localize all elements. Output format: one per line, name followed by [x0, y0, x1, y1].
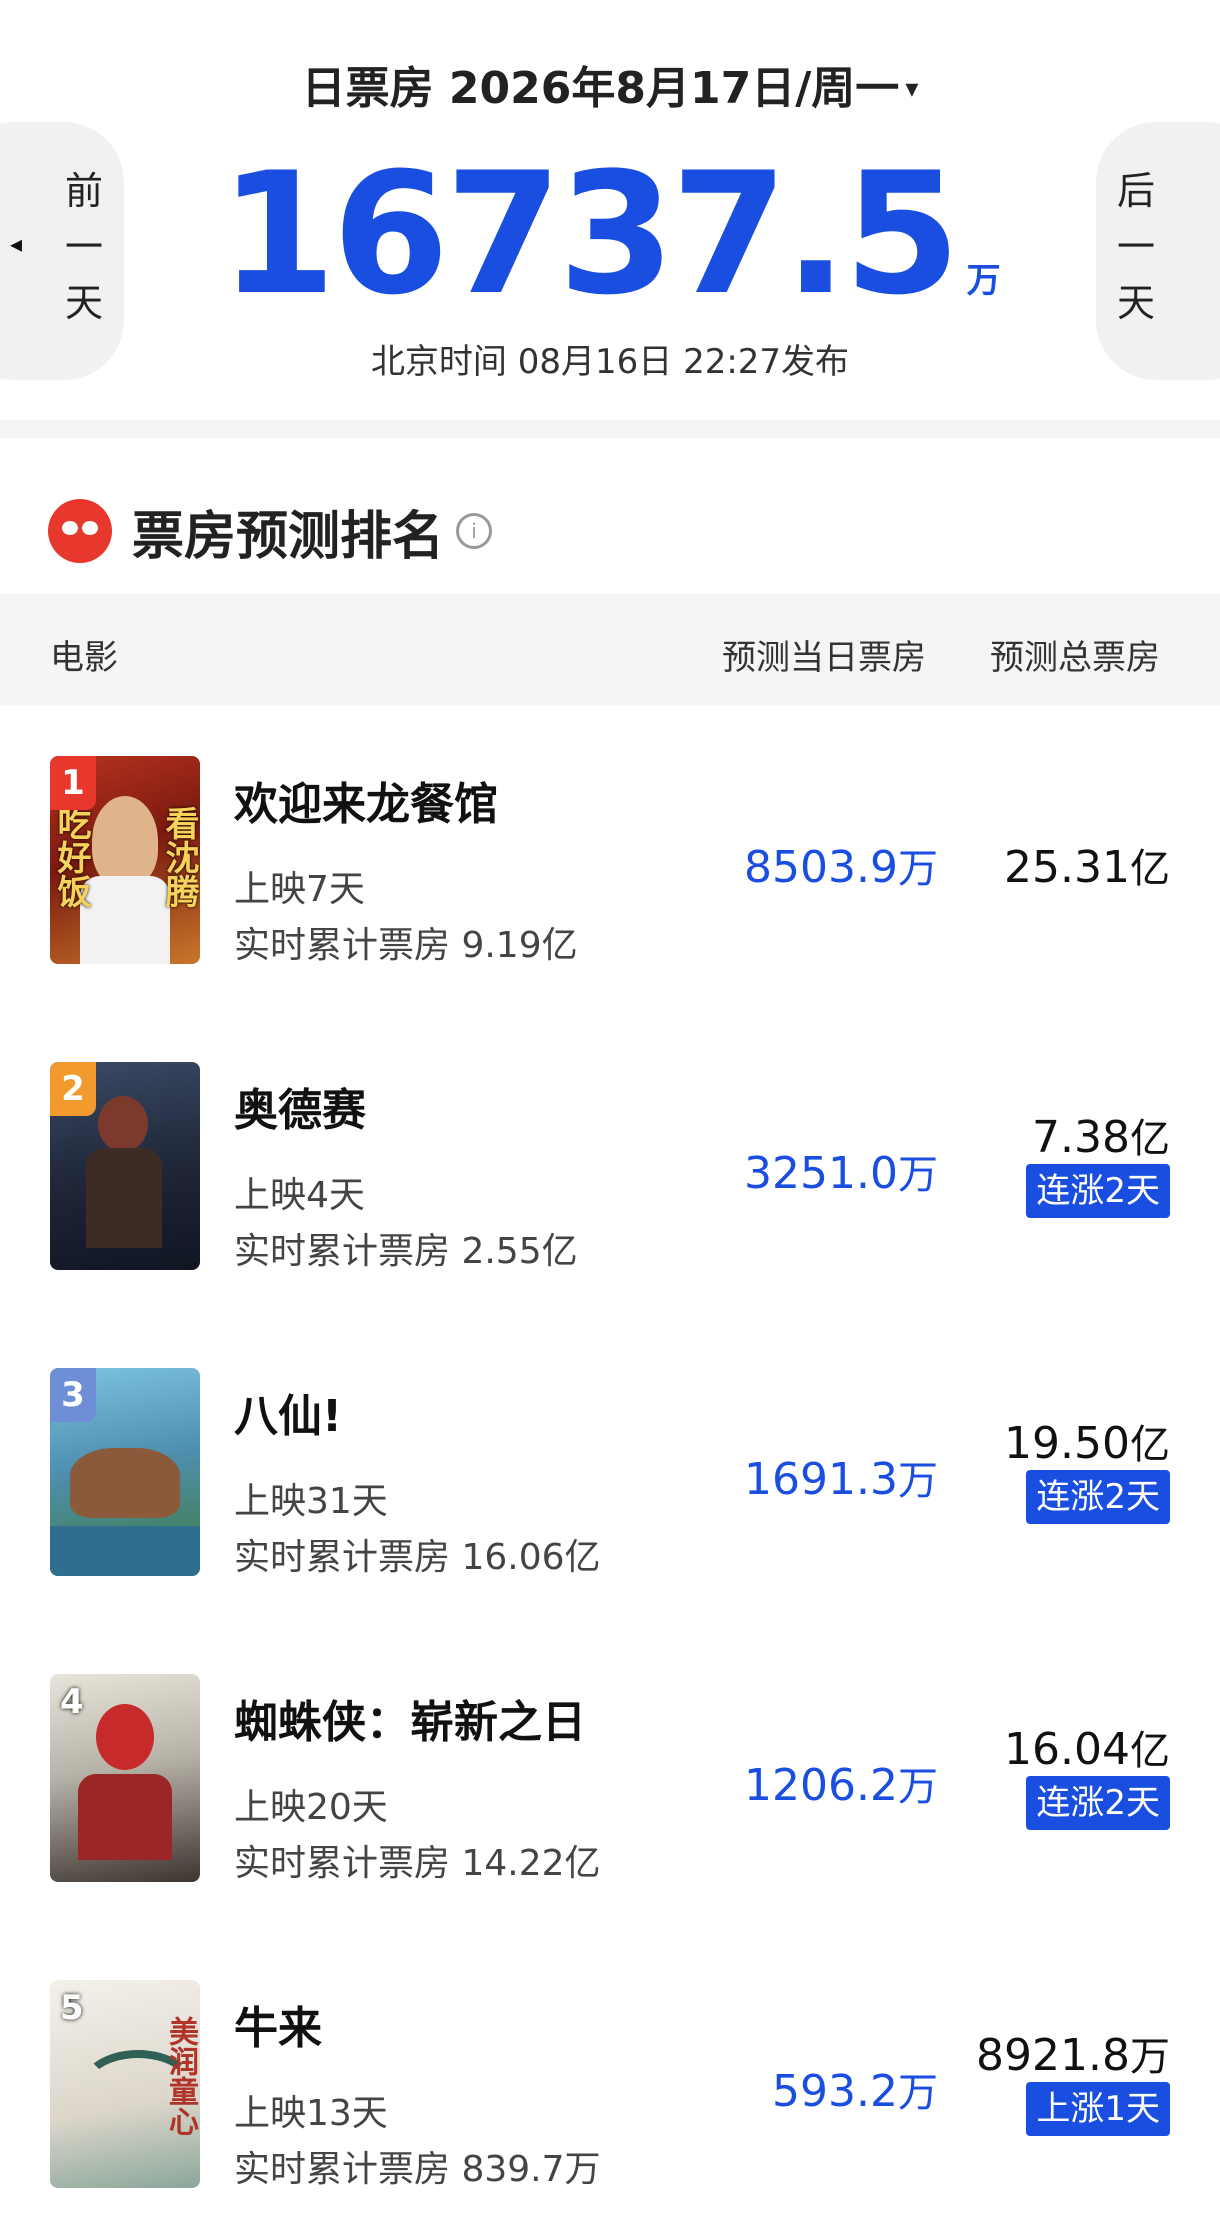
total-forecast: 25.31亿 [1004, 836, 1170, 894]
table-row[interactable]: 2 奥德赛 上映4天 实时累计票房 2.55亿 3251.0万 7.38亿 连涨… [0, 1062, 1220, 1272]
poster-figure [96, 1704, 154, 1770]
total-unit: 万 [966, 261, 1001, 301]
release-days: 上映13天 [234, 2093, 388, 2134]
poster-caption: 看沈腾 [159, 806, 199, 908]
poster-figure-body [86, 1148, 162, 1248]
day-forecast: 1691.3万 [744, 1448, 938, 1506]
day-forecast: 3251.0万 [744, 1142, 938, 1200]
total-forecast: 19.50亿 [1004, 1412, 1170, 1470]
day-forecast: 593.2万 [772, 2060, 938, 2118]
day-forecast: 8503.9万 [744, 836, 938, 894]
day-forecast-unit: 万 [898, 2070, 938, 2116]
day-forecast-value: 1206.2 [744, 1760, 898, 1811]
day-forecast-value: 593.2 [772, 2066, 898, 2117]
trend-badge: 连涨2天 [1026, 1470, 1170, 1524]
table-row[interactable]: 美润童心 5 牛来 上映13天 实时累计票房 839.7万 593.2万 892… [0, 1980, 1220, 2190]
total-forecast: 16.04亿 [1004, 1718, 1170, 1776]
total-forecast-unit: 亿 [1130, 1728, 1170, 1774]
cumulative-box-office: 实时累计票房 9.19亿 [234, 925, 578, 966]
movie-poster: 4 [50, 1674, 200, 1882]
movie-title: 八仙! [234, 1391, 343, 1442]
total-value: 16737.5 [219, 136, 960, 332]
release-days: 上映4天 [234, 1175, 365, 1216]
table-header: 电影 预测当日票房 预测总票房 [0, 594, 1220, 706]
trend-badge: 连涨2天 [1026, 1164, 1170, 1218]
total-forecast-value: 7.38 [1032, 1112, 1130, 1163]
total-forecast-unit: 亿 [1130, 1422, 1170, 1468]
table-row[interactable]: 吃好饭 看沈腾 1 欢迎来龙餐馆 上映7天 实时累计票房 9.19亿 8503.… [0, 756, 1220, 966]
total-forecast-unit: 亿 [1130, 846, 1170, 892]
daily-total-box-office: 16737.5 万 [0, 150, 1220, 318]
total-forecast-value: 19.50 [1004, 1418, 1130, 1469]
section-title: 票房预测排名 [132, 506, 445, 567]
rank-number: 5 [60, 1988, 84, 2028]
day-forecast-unit: 万 [898, 1764, 938, 1810]
movie-poster: 吃好饭 看沈腾 1 [50, 756, 200, 964]
movie-title: 蜘蛛侠：崭新之日 [234, 1697, 586, 1748]
movie-title: 奥德赛 [234, 1085, 366, 1136]
release-days: 上映20天 [234, 1787, 388, 1828]
poster-figure [70, 1448, 180, 1518]
day-forecast-value: 8503.9 [744, 842, 898, 893]
rank-number: 4 [60, 1682, 84, 1722]
poster-caption: 美润童心 [163, 2016, 198, 2136]
table-row[interactable]: 4 蜘蛛侠：崭新之日 上映20天 实时累计票房 14.22亿 1206.2万 1… [0, 1674, 1220, 1884]
movie-poster: 3 [50, 1368, 200, 1576]
ranking-section-header: 票房预测排名 i [48, 496, 493, 567]
rank-badge: 2 [50, 1062, 96, 1116]
rank-badge: 3 [50, 1368, 96, 1422]
section-divider [0, 420, 1220, 438]
poster-caption: 吃好饭 [51, 806, 91, 908]
poster-ground [50, 1526, 200, 1576]
date-selector[interactable]: 日票房 2026年8月17日/周一 ▾ [0, 52, 1220, 116]
rank-badge: 1 [50, 756, 96, 810]
movie-title: 欢迎来龙餐馆 [234, 779, 498, 830]
column-header-day-forecast[interactable]: 预测当日票房 [722, 630, 926, 679]
cumulative-box-office: 实时累计票房 14.22亿 [234, 1843, 601, 1884]
publish-time: 北京时间 08月16日 22:27发布 [370, 342, 850, 382]
poster-figure [98, 1096, 148, 1152]
day-forecast-value: 3251.0 [744, 1148, 898, 1199]
day-forecast-unit: 万 [898, 846, 938, 892]
cumulative-box-office: 实时累计票房 16.06亿 [234, 1537, 601, 1578]
column-header-movie: 电影 [50, 638, 118, 678]
day-forecast-value: 1691.3 [744, 1454, 898, 1505]
movie-poster: 2 [50, 1062, 200, 1270]
total-forecast-unit: 万 [1130, 2034, 1170, 2080]
day-forecast-unit: 万 [898, 1458, 938, 1504]
column-header-total-forecast[interactable]: 预测总票房 [990, 630, 1160, 679]
release-days: 上映31天 [234, 1481, 388, 1522]
cumulative-box-office: 实时累计票房 839.7万 [234, 2149, 601, 2190]
cat-logo-icon [48, 499, 112, 563]
day-forecast-unit: 万 [898, 1152, 938, 1198]
movie-title: 牛来 [234, 2003, 322, 2054]
total-forecast: 8921.8万 [976, 2024, 1170, 2082]
dropdown-caret-icon: ▾ [905, 74, 919, 104]
date-label: 日票房 2026年8月17日/周一 [301, 63, 900, 114]
total-forecast-unit: 亿 [1130, 1116, 1170, 1162]
movie-poster: 美润童心 5 [50, 1980, 200, 2188]
day-forecast: 1206.2万 [744, 1754, 938, 1812]
release-days: 上映7天 [234, 869, 365, 910]
trend-badge: 上涨1天 [1026, 2082, 1170, 2136]
poster-figure [92, 796, 158, 886]
info-icon[interactable]: i [456, 513, 493, 549]
table-row[interactable]: 3 八仙! 上映31天 实时累计票房 16.06亿 1691.3万 19.50亿… [0, 1368, 1220, 1578]
cumulative-box-office: 实时累计票房 2.55亿 [234, 1231, 578, 1272]
poster-figure-body [78, 1774, 172, 1860]
total-forecast: 7.38亿 [1032, 1106, 1170, 1164]
total-forecast-value: 16.04 [1004, 1724, 1130, 1775]
total-forecast-value: 25.31 [1004, 842, 1130, 893]
total-forecast-value: 8921.8 [976, 2030, 1130, 2081]
poster-figure-body [80, 876, 170, 964]
trend-badge: 连涨2天 [1026, 1776, 1170, 1830]
